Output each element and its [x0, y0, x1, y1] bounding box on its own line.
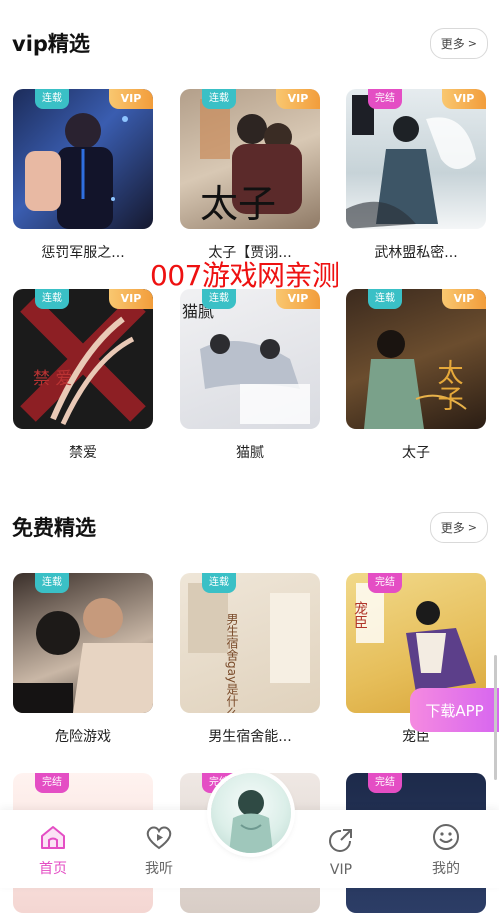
tab-label: 我的 [432, 861, 460, 877]
vip-badge: VIP [109, 89, 153, 109]
book-title[interactable]: 男生宿舍能... [180, 726, 320, 746]
tab-mine[interactable]: 我的 [411, 822, 481, 878]
share-arrow-icon [329, 829, 352, 852]
book-card[interactable]: 连载 危险游戏 [13, 573, 153, 746]
cover-calligraphy: 男生宿舍gay是什么样子? [225, 613, 239, 713]
cover-illustration: 禁 爱 [20, 296, 146, 426]
status-badge: 连载 [202, 89, 236, 109]
book-title[interactable]: 太子 [346, 442, 486, 462]
book-cover[interactable]: 连载 [13, 573, 153, 713]
scrollbar[interactable] [494, 655, 497, 780]
cover-calligraphy: 禁 爱 [33, 369, 72, 389]
book-title[interactable]: 禁爱 [13, 442, 153, 462]
free-more-button[interactable]: 更多 > [429, 511, 488, 543]
book-card[interactable]: 完结 VIP 武林盟私密... [346, 89, 486, 262]
section-title: vip精选 [12, 32, 90, 56]
tab-vip[interactable]: VIP [306, 826, 376, 878]
download-app-button[interactable]: 下载APP [410, 688, 499, 732]
vip-badge: VIP [276, 89, 320, 109]
status-badge: 连载 [35, 289, 69, 309]
home-icon [41, 826, 65, 849]
book-cover[interactable]: 太子 连载 VIP [180, 89, 320, 229]
cover-illustration: 太子 [364, 330, 467, 429]
book-card[interactable]: 男生宿舍gay是什么样子? 连载 男生宿舍能... [180, 573, 320, 746]
more-label: 更多 [440, 36, 465, 51]
tab-label: 首页 [39, 861, 67, 877]
book-card[interactable]: 连载 VIP 惩罚军服之... [13, 89, 153, 262]
book-title[interactable]: 惩罚军服之... [13, 242, 153, 262]
status-badge: 连载 [35, 89, 69, 109]
book-card[interactable]: 禁 爱 连载 VIP 禁爱 [13, 289, 153, 462]
chevron-right-icon: > [467, 36, 477, 50]
cover-illustration: 男生宿舍gay是什么样子? [188, 583, 310, 713]
book-title[interactable]: 武林盟私密... [346, 242, 486, 262]
heart-play-icon [146, 826, 172, 850]
book-card[interactable]: 猫腻 连载 VIP 猫腻 [180, 289, 320, 462]
cover-calligraphy: 宠臣 [352, 601, 368, 629]
vip-more-button[interactable]: 更多 > [429, 27, 488, 59]
book-card[interactable]: 太子 连载 VIP 太子 [346, 289, 486, 462]
book-card[interactable]: 太子 连载 VIP 太子【贾诩... [180, 89, 320, 262]
book-cover[interactable]: 禁 爱 连载 VIP [13, 289, 153, 429]
cover-illustration [13, 598, 153, 713]
status-badge: 连载 [202, 573, 236, 593]
free-section-header: 免费精选 更多 > [12, 509, 488, 545]
disc-cover-art [229, 790, 273, 853]
vip-badge: VIP [442, 289, 486, 309]
section-title: 免费精选 [12, 516, 96, 540]
vip-badge: VIP [442, 89, 486, 109]
vip-section-header: vip精选 更多 > [12, 25, 488, 61]
tab-label: VIP [329, 862, 353, 878]
book-cover[interactable]: 猫腻 连载 VIP [180, 289, 320, 429]
book-cover[interactable]: 完结 VIP [346, 89, 486, 229]
status-badge: 连载 [35, 573, 69, 593]
tab-label: 我听 [145, 861, 173, 877]
cover-illustration: 猫腻 [182, 302, 310, 424]
book-cover[interactable]: 男生宿舍gay是什么样子? 连载 [180, 573, 320, 713]
tab-listen[interactable]: 我听 [124, 822, 194, 878]
tab-home[interactable]: 首页 [18, 822, 88, 878]
book-cover[interactable]: 太子 连载 VIP [346, 289, 486, 429]
now-playing-disc[interactable] [211, 773, 291, 853]
cover-calligraphy: 太子 [433, 359, 463, 411]
status-badge: 连载 [368, 289, 402, 309]
book-cover[interactable]: 连载 VIP [13, 89, 153, 229]
smile-icon [433, 824, 459, 850]
book-title[interactable]: 危险游戏 [13, 726, 153, 746]
status-badge: 完结 [35, 773, 69, 793]
cover-illustration: 太子 [200, 99, 302, 226]
status-badge: 完结 [368, 573, 402, 593]
cover-illustration [346, 95, 476, 229]
more-label: 更多 [440, 520, 465, 535]
status-badge: 完结 [368, 773, 402, 793]
cover-calligraphy: 太子 [200, 182, 276, 226]
status-badge: 完结 [368, 89, 402, 109]
cover-illustration [25, 113, 128, 229]
vip-badge: VIP [109, 289, 153, 309]
book-title[interactable]: 猫腻 [180, 442, 320, 462]
watermark-text: 007游戏网亲测 [150, 259, 340, 292]
chevron-right-icon: > [467, 520, 477, 534]
